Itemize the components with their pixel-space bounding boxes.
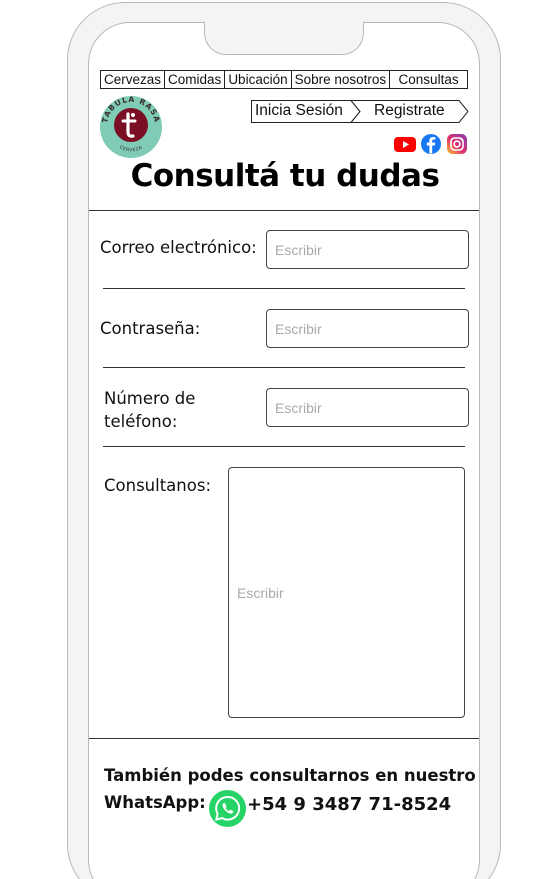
nav-item-sobre-nosotros[interactable]: Sobre nosotros (292, 71, 391, 88)
phone-label-line1: Número de (104, 389, 196, 408)
phone-label-line2: teléfono: (104, 412, 178, 431)
email-field[interactable]: Escribir (266, 230, 469, 269)
password-placeholder: Escribir (275, 320, 322, 337)
page-title: Consultá tu dudas (130, 158, 440, 194)
whatsapp-number[interactable]: +54 9 3487 71-8524 (247, 794, 451, 815)
youtube-icon[interactable] (393, 133, 417, 155)
form-divider-1 (103, 288, 465, 289)
login-button[interactable]: Inicia Sesión (255, 102, 355, 120)
whatsapp-icon[interactable] (208, 789, 247, 828)
phone-field[interactable]: Escribir (266, 388, 469, 427)
facebook-icon[interactable] (420, 133, 442, 155)
form-divider-3 (103, 446, 465, 447)
register-button[interactable]: Registrate (374, 102, 454, 120)
form-divider-2 (103, 367, 465, 368)
phone-placeholder: Escribir (275, 399, 322, 416)
nav-item-comidas[interactable]: Comidas (165, 71, 226, 88)
footer-line2: WhatsApp: (104, 793, 206, 812)
instagram-icon[interactable] (446, 133, 468, 155)
query-placeholder: Escribir (237, 584, 284, 601)
email-label: Correo electrónico: (100, 238, 257, 257)
password-label: Contraseña: (100, 319, 201, 338)
nav-item-ubicacion[interactable]: Ubicación (225, 71, 292, 88)
auth-buttons: Inicia Sesión Registrate (251, 100, 471, 123)
top-nav: Cervezas Comidas Ubicación Sobre nosotro… (100, 70, 468, 89)
header-divider (89, 210, 479, 211)
nav-item-consultas[interactable]: Consultas (390, 71, 467, 88)
email-placeholder: Escribir (275, 241, 322, 258)
nav-item-cervezas[interactable]: Cervezas (101, 71, 166, 88)
password-field[interactable]: Escribir (266, 309, 469, 348)
query-label: Consultanos: (104, 476, 212, 495)
query-textarea[interactable]: Escribir (228, 467, 465, 718)
tabula-rasa-logo[interactable]: TABULA RASA CERVEZA (99, 96, 163, 158)
phone-notch (204, 22, 364, 55)
footer-divider (89, 738, 479, 739)
footer-line1: También podes consultarnos en nuestro (104, 766, 476, 785)
